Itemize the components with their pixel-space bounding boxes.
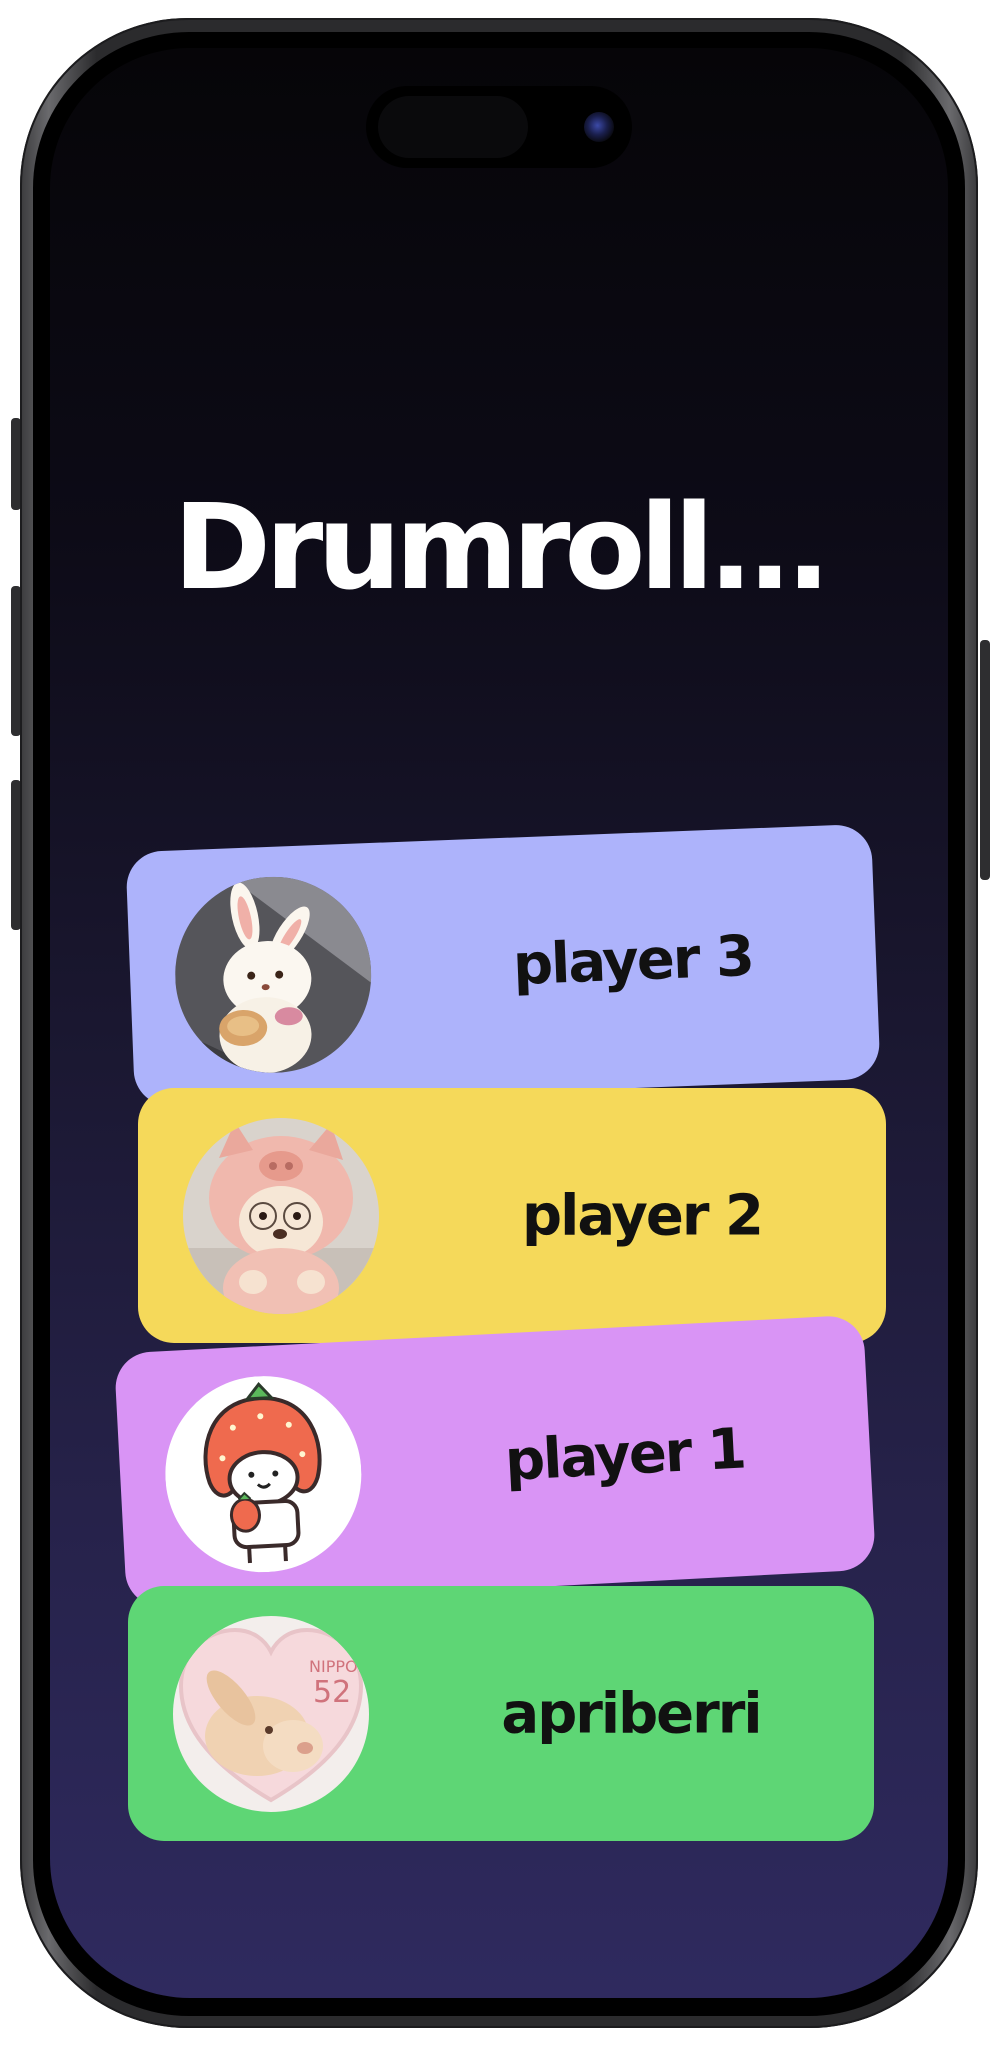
- player-card-player-1[interactable]: player 1: [113, 1314, 877, 1609]
- piggy-hood-bear-avatar: [183, 1117, 379, 1314]
- player-name: player 1: [503, 1415, 747, 1494]
- front-camera-icon: [584, 112, 614, 142]
- player-name: player 3: [511, 923, 755, 998]
- player-card-player-2[interactable]: player 2: [138, 1088, 886, 1343]
- player-name: apriberri: [501, 1681, 762, 1746]
- bunny-plush-avatar: [171, 872, 375, 1077]
- bunny-stamp-avatar: NIPPON 52: [173, 1615, 369, 1812]
- power-button: [980, 640, 990, 880]
- stamp-country-text: NIPPON: [309, 1657, 369, 1676]
- player-card-apriberri[interactable]: NIPPON 52 apriberri: [128, 1586, 874, 1841]
- strawberry-hood-sticker-avatar: [160, 1370, 367, 1577]
- face-sensor: [378, 96, 528, 158]
- stamp-value-text: 52: [313, 1675, 351, 1710]
- player-card-player-3[interactable]: player 3: [125, 823, 881, 1108]
- dynamic-island: [366, 86, 632, 168]
- app-screen: Drumroll... player 3 player 2 player 1 N…: [50, 48, 948, 1998]
- page-title: Drumroll...: [173, 478, 831, 616]
- player-name: player 2: [522, 1183, 764, 1248]
